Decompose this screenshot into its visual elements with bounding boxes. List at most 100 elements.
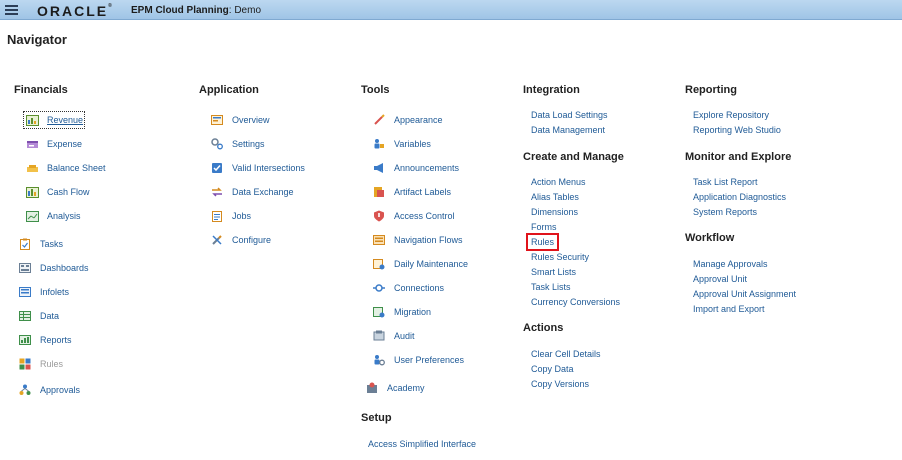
wf-approval-unit[interactable]: Approval Unit: [693, 273, 747, 285]
app-suffix: : Demo: [228, 5, 262, 16]
card-label: Analysis: [47, 211, 81, 221]
navigation-flows-icon: [372, 234, 386, 246]
item-label: Announcements: [394, 163, 460, 173]
actions-copy-versions[interactable]: Copy Versions: [531, 378, 589, 390]
app-data-exchange[interactable]: Data Exchange: [210, 185, 294, 199]
integration-data-management[interactable]: Data Management: [531, 124, 605, 136]
cm-smart-lists[interactable]: Smart Lists: [531, 266, 576, 278]
card-label: Revenue: [47, 115, 84, 125]
appearance-icon: [372, 114, 386, 126]
nav-reports[interactable]: Reports: [18, 333, 72, 347]
app-configure[interactable]: Configure: [210, 233, 271, 247]
wf-approval-unit-assignment[interactable]: Approval Unit Assignment: [693, 288, 796, 300]
shield-icon: [372, 210, 386, 222]
cm-currency-conversions[interactable]: Currency Conversions: [531, 296, 620, 308]
cm-task-lists[interactable]: Task Lists: [531, 281, 571, 293]
tools-connections[interactable]: Connections: [372, 281, 444, 295]
cm-alias-tables[interactable]: Alias Tables: [531, 191, 579, 203]
item-label: Valid Intersections: [232, 163, 305, 173]
nav-rules: Rules: [18, 357, 63, 371]
create-manage-heading: Create and Manage: [523, 151, 624, 163]
tools-audit[interactable]: Audit: [372, 329, 415, 343]
migration-icon: [372, 306, 386, 318]
app-valid-intersections[interactable]: Valid Intersections: [210, 161, 305, 175]
nav-data[interactable]: Data: [18, 309, 59, 323]
infolets-icon: [18, 286, 32, 298]
analysis-icon: [25, 210, 39, 222]
nav-infolets[interactable]: Infolets: [18, 285, 69, 299]
cm-rules[interactable]: Rules: [525, 233, 560, 251]
integration-data-load-settings[interactable]: Data Load Settings: [531, 109, 608, 121]
tools-user-preferences[interactable]: User Preferences: [372, 353, 464, 367]
nav-label: Data: [40, 311, 60, 321]
actions-clear-cell-details[interactable]: Clear Cell Details: [531, 348, 601, 360]
nav-label: Approvals: [40, 385, 81, 395]
nav-label: Reports: [40, 335, 72, 345]
tools-navigation-flows[interactable]: Navigation Flows: [372, 233, 463, 247]
hamburger-menu-icon[interactable]: [5, 5, 18, 15]
nav-dashboards[interactable]: Dashboards: [18, 261, 89, 275]
audit-icon: [372, 330, 386, 342]
item-label: Daily Maintenance: [394, 259, 469, 269]
reporting-explore-repository[interactable]: Explore Repository: [693, 109, 769, 121]
tools-artifact-labels[interactable]: Artifact Labels: [372, 185, 451, 199]
settings-icon: [210, 138, 224, 150]
tools-migration[interactable]: Migration: [372, 305, 431, 319]
tools-variables[interactable]: Variables: [372, 137, 431, 151]
cm-dimensions[interactable]: Dimensions: [531, 206, 578, 218]
actions-heading: Actions: [523, 322, 564, 334]
me-application-diagnostics[interactable]: Application Diagnostics: [693, 191, 786, 203]
reports-icon: [18, 334, 32, 346]
wf-manage-approvals[interactable]: Manage Approvals: [693, 258, 768, 270]
item-label: Configure: [232, 235, 272, 245]
item-label: Audit: [394, 331, 415, 341]
integration-heading: Integration: [523, 84, 580, 96]
actions-copy-data[interactable]: Copy Data: [531, 363, 574, 375]
configure-icon: [210, 234, 224, 246]
financials-heading: Financials: [14, 84, 68, 96]
card-label: Expense: [47, 139, 83, 149]
nav-approvals[interactable]: Approvals: [18, 383, 80, 397]
app-name: EPM Cloud Planning: [131, 5, 229, 16]
tools-appearance[interactable]: Appearance: [372, 113, 443, 127]
me-system-reports[interactable]: System Reports: [693, 206, 757, 218]
page-title: Navigator: [7, 32, 67, 47]
nav-academy[interactable]: Academy: [365, 381, 425, 395]
item-label: Data Exchange: [232, 187, 294, 197]
workflow-heading: Workflow: [685, 232, 735, 244]
user-preferences-icon: [372, 354, 386, 366]
setup-access-simplified-interface[interactable]: Access Simplified Interface: [368, 438, 476, 450]
app-settings[interactable]: Settings: [210, 137, 265, 151]
app-title: EPM Cloud Planning: Demo: [131, 5, 261, 16]
app-overview[interactable]: Overview: [210, 113, 270, 127]
item-label: Appearance: [394, 115, 443, 125]
wf-import-and-export[interactable]: Import and Export: [693, 303, 765, 315]
item-label: Artifact Labels: [394, 187, 452, 197]
card-revenue[interactable]: Revenue: [22, 111, 86, 129]
item-label: Variables: [394, 139, 431, 149]
reporting-web-studio[interactable]: Reporting Web Studio: [693, 124, 781, 136]
revenue-icon: [25, 114, 39, 126]
card-balance-sheet[interactable]: Balance Sheet: [25, 161, 106, 175]
card-cash-flow[interactable]: Cash Flow: [25, 185, 90, 199]
cm-forms[interactable]: Forms: [531, 221, 557, 233]
rules-icon: [18, 358, 32, 370]
nav-tasks[interactable]: Tasks: [18, 237, 63, 251]
me-task-list-report[interactable]: Task List Report: [693, 176, 758, 188]
app-jobs[interactable]: Jobs: [210, 209, 251, 223]
daily-maintenance-icon: [372, 258, 386, 270]
nav-label: Rules: [40, 359, 64, 369]
card-analysis[interactable]: Analysis: [25, 209, 81, 223]
tools-daily-maintenance[interactable]: Daily Maintenance: [372, 257, 468, 271]
tools-access-control[interactable]: Access Control: [372, 209, 455, 223]
card-expense[interactable]: Expense: [25, 137, 82, 151]
tools-heading: Tools: [361, 84, 390, 96]
cm-action-menus[interactable]: Action Menus: [531, 176, 586, 188]
oracle-logo: ORACLE®: [37, 3, 112, 19]
tools-announcements[interactable]: Announcements: [372, 161, 459, 175]
brand-text: ORACLE: [37, 3, 109, 19]
item-label: Jobs: [232, 211, 252, 221]
cm-rules-security[interactable]: Rules Security: [531, 251, 589, 263]
item-label: Settings: [232, 139, 265, 149]
academy-icon: [365, 382, 379, 394]
